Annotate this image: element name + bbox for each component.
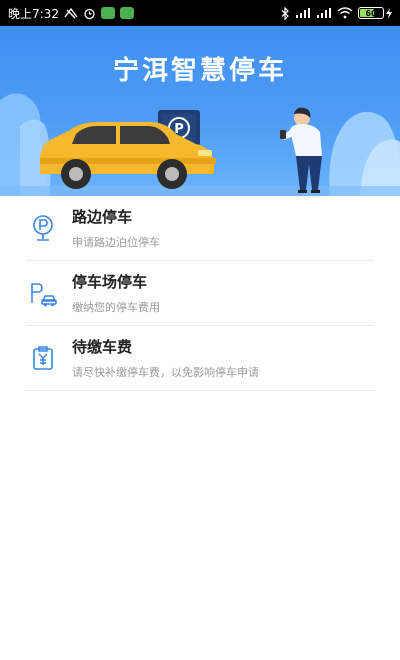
menu-item-parking-lot[interactable]: 停车场停车 缴纳您的停车费用 [26, 261, 374, 326]
menu-list: 路边停车 申请路边泊位停车 停车场停车 缴纳您的停车费用 待缴车费 请尽快补缴停… [0, 196, 400, 391]
menu-item-subtitle: 缴纳您的停车费用 [72, 301, 160, 314]
menu-item-subtitle: 请尽快补缴停车费，以免影响停车申请 [72, 366, 259, 379]
battery-icon: 60 [358, 7, 392, 19]
status-bar: 晚上7:32 60 [0, 0, 400, 26]
alarm-icon [83, 7, 96, 20]
menu-item-roadside-parking[interactable]: 路边停车 申请路边泊位停车 [26, 196, 374, 261]
menu-item-title: 待缴车费 [72, 338, 133, 356]
signal-icon [316, 7, 332, 19]
clock: 晚上7:32 [8, 6, 59, 21]
roadside-parking-icon [28, 213, 58, 243]
person-illustration [280, 107, 322, 193]
notification-icon [64, 7, 78, 19]
app-notification-icon [100, 7, 115, 19]
tree-illustration [329, 112, 400, 196]
app-notification-icon [119, 7, 134, 19]
tree-illustration [0, 93, 51, 196]
header-banner: P 宁洱智慧停车 [0, 26, 400, 196]
menu-item-title: 路边停车 [72, 208, 133, 226]
bluetooth-icon [281, 6, 290, 20]
pending-fee-icon [28, 343, 58, 373]
wifi-icon [337, 7, 353, 19]
signal-icon [295, 7, 311, 19]
banner-title: 宁洱智慧停车 [112, 56, 287, 86]
menu-item-pending-fee[interactable]: 待缴车费 请尽快补缴停车费，以免影响停车申请 [26, 326, 374, 391]
menu-item-title: 停车场停车 [72, 273, 148, 291]
parking-lot-icon [28, 278, 58, 308]
menu-item-subtitle: 申请路边泊位停车 [72, 236, 160, 249]
battery-level: 60 [365, 8, 377, 18]
